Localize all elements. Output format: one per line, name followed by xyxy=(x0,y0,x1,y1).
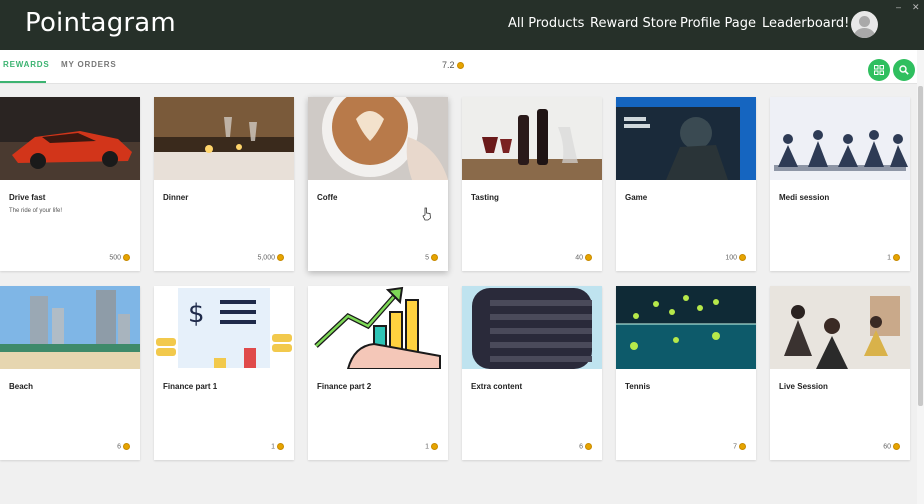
coin-icon xyxy=(277,254,284,261)
coin-icon xyxy=(456,62,464,70)
rewards-toolbar: REWARDS MY ORDERS 7.2 xyxy=(0,50,924,84)
reward-title: Game xyxy=(625,193,648,202)
reward-card-tasting[interactable]: Tasting 40 xyxy=(462,97,602,271)
reward-title: Tasting xyxy=(471,193,499,202)
reward-card-drive-fast[interactable]: Drive fast The ride of your life! 500 xyxy=(0,97,140,271)
reward-price-value: 1 xyxy=(271,443,275,451)
reward-title: Dinner xyxy=(163,193,189,202)
reward-price: 40 xyxy=(575,254,592,261)
reward-price: 1 xyxy=(271,443,284,450)
reward-price-value: 1 xyxy=(425,443,429,451)
reward-price: 60 xyxy=(883,443,900,450)
reward-title: Drive fast xyxy=(9,193,46,202)
reward-title: Coffe xyxy=(317,193,338,202)
reward-card-extra-content[interactable]: Extra content 6 xyxy=(462,286,602,460)
app-header: Pointagram All Products Reward Store Pro… xyxy=(0,0,924,50)
window-minimize-button[interactable]: – xyxy=(896,2,901,12)
coin-icon xyxy=(277,443,284,450)
reward-price-value: 60 xyxy=(883,443,891,451)
reward-image-book-stack xyxy=(462,286,602,369)
reward-price-value: 1 xyxy=(887,254,891,262)
coin-icon xyxy=(123,254,130,261)
reward-image-dinner xyxy=(154,97,294,180)
reward-image-finance-document: $ xyxy=(154,286,294,369)
reward-image-beach xyxy=(0,286,140,369)
reward-title: Finance part 1 xyxy=(163,382,218,391)
reward-image-game-cover xyxy=(616,97,756,180)
tab-my-orders[interactable]: MY ORDERS xyxy=(61,60,117,69)
tab-rewards[interactable]: REWARDS xyxy=(3,60,50,69)
reward-card-live-session[interactable]: Live Session 60 xyxy=(770,286,910,460)
reward-price: 6 xyxy=(579,443,592,450)
coin-icon xyxy=(585,443,592,450)
reward-title: Finance part 2 xyxy=(317,382,372,391)
reward-title: Tennis xyxy=(625,382,651,391)
reward-price: 500 xyxy=(109,254,130,261)
hand-cursor-icon xyxy=(422,207,431,221)
reward-price-value: 500 xyxy=(109,254,121,262)
coin-icon xyxy=(431,443,438,450)
reward-title: Extra content xyxy=(471,382,523,391)
reward-card-game[interactable]: Game 100 xyxy=(616,97,756,271)
reward-price: 6 xyxy=(117,443,130,450)
coin-icon xyxy=(585,254,592,261)
avatar-head xyxy=(859,16,870,27)
reward-image-meditation xyxy=(770,97,910,180)
reward-card-finance-part-2[interactable]: Finance part 2 1 xyxy=(308,286,448,460)
reward-image-sports-car xyxy=(0,97,140,180)
reward-price: 7 xyxy=(733,443,746,450)
coin-icon xyxy=(123,443,130,450)
reward-price: 100 xyxy=(725,254,746,261)
app-logo[interactable]: Pointagram xyxy=(25,8,176,38)
reward-card-medi-session[interactable]: Medi session 1 xyxy=(770,97,910,271)
reward-image-meeting xyxy=(770,286,910,369)
page-footer-area xyxy=(0,470,924,504)
reward-price-value: 6 xyxy=(579,443,583,451)
reward-price: 1 xyxy=(425,443,438,450)
reward-price-value: 5 xyxy=(425,254,429,262)
user-avatar-icon[interactable] xyxy=(851,11,878,38)
grid-view-button[interactable] xyxy=(868,59,890,81)
reward-subtitle: The ride of your life! xyxy=(9,208,63,214)
reward-title: Live Session xyxy=(779,382,828,391)
reward-image-coffee xyxy=(308,97,448,180)
nav-all-products[interactable]: All Products xyxy=(508,16,584,31)
nav-leaderboard[interactable]: Leaderboard! xyxy=(762,16,849,31)
reward-price-value: 7 xyxy=(733,443,737,451)
search-icon xyxy=(899,65,909,75)
reward-card-coffe[interactable]: Coffe 5 xyxy=(308,97,448,271)
coin-icon xyxy=(893,443,900,450)
coin-icon xyxy=(893,254,900,261)
reward-price-value: 100 xyxy=(725,254,737,262)
active-tab-indicator xyxy=(0,81,46,83)
reward-image-wine xyxy=(462,97,602,180)
reward-price-value: 5,000 xyxy=(257,254,275,262)
grid-icon xyxy=(874,65,884,75)
nav-profile-page[interactable]: Profile Page xyxy=(680,16,756,31)
reward-card-tennis[interactable]: Tennis 7 xyxy=(616,286,756,460)
reward-price: 5 xyxy=(425,254,438,261)
reward-card-beach[interactable]: Beach 6 xyxy=(0,286,140,460)
reward-price: 5,000 xyxy=(257,254,284,261)
coin-icon xyxy=(431,254,438,261)
reward-title: Medi session xyxy=(779,193,830,202)
coin-icon xyxy=(739,443,746,450)
reward-card-finance-part-1[interactable]: $ Finance part 1 1 xyxy=(154,286,294,460)
window-close-button[interactable]: ✕ xyxy=(912,2,920,13)
reward-title: Beach xyxy=(9,382,34,391)
points-balance: 7.2 xyxy=(442,60,464,70)
coin-icon xyxy=(739,254,746,261)
reward-image-tennis-court xyxy=(616,286,756,369)
reward-card-dinner[interactable]: Dinner 5,000 xyxy=(154,97,294,271)
reward-price-value: 6 xyxy=(117,443,121,451)
nav-reward-store[interactable]: Reward Store xyxy=(590,16,677,31)
reward-price: 1 xyxy=(887,254,900,261)
reward-price-value: 40 xyxy=(575,254,583,262)
svg-text:$: $ xyxy=(188,299,205,329)
scrollbar-thumb[interactable] xyxy=(918,86,923,406)
search-button[interactable] xyxy=(893,59,915,81)
points-value: 7.2 xyxy=(442,60,455,70)
reward-image-growth-chart xyxy=(308,286,448,369)
avatar-body xyxy=(854,28,875,38)
